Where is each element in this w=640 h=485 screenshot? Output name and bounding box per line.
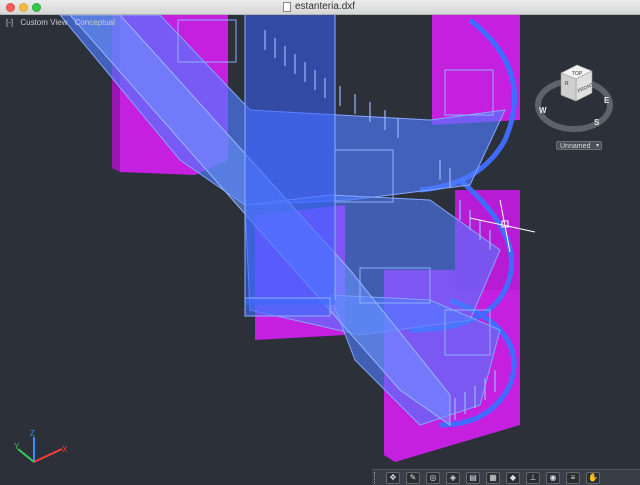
drawing-viewport[interactable]: [-] Custom View Conceptual TOP FRONT R W… [0, 15, 640, 485]
layout-icon[interactable]: ▤ [466, 471, 480, 484]
orbit-icon[interactable]: ◎ [426, 471, 440, 484]
close-button[interactable] [6, 3, 15, 12]
window-titlebar: estanteria.dxf [0, 0, 640, 15]
snap-icon[interactable]: ◆ [506, 471, 520, 484]
ortho-icon[interactable]: ⊥ [526, 471, 540, 484]
polar-icon[interactable]: ◉ [546, 471, 560, 484]
maximize-button[interactable] [32, 3, 41, 12]
cube-right-label: R [565, 81, 569, 87]
compass-south[interactable]: S [594, 118, 600, 127]
compass-east[interactable]: E [604, 96, 610, 105]
compass-west[interactable]: W [539, 106, 547, 115]
ucs-dropdown[interactable]: Unnamed ▾ [556, 141, 602, 150]
ucs-x-label: X [62, 445, 68, 454]
minimize-button[interactable] [19, 3, 28, 12]
center-panel [245, 15, 335, 305]
chevron-down-icon: ▾ [595, 143, 599, 149]
move-icon[interactable]: ✥ [386, 471, 400, 484]
document-icon [283, 2, 291, 12]
view-name[interactable]: Custom View [20, 18, 67, 27]
view-icon[interactable]: ◈ [446, 471, 460, 484]
grip-icon[interactable] [374, 471, 379, 484]
ucs-icon: Z X Y [14, 429, 68, 463]
lineweight-icon[interactable]: ≡ [566, 471, 580, 484]
pencil-icon[interactable]: ✎ [406, 471, 420, 484]
ucs-y-label: Y [14, 442, 20, 451]
status-toolbar: ✥ ✎ ◎ ◈ ▤ ▦ ◆ ⊥ ◉ ≡ ✋ [372, 469, 640, 485]
cube-top-label: TOP [572, 71, 583, 77]
window-title: estanteria.dxf [295, 1, 356, 12]
viewport-controls[interactable]: [-] Custom View Conceptual [6, 18, 120, 27]
connector-box-6 [244, 297, 331, 317]
ucs-z-label: Z [30, 429, 35, 438]
visual-style[interactable]: Conceptual [75, 18, 115, 27]
grid-icon[interactable]: ▦ [486, 471, 500, 484]
ucs-dropdown-value: Unnamed [560, 143, 591, 150]
viewcube[interactable]: TOP FRONT R W S E [534, 63, 614, 133]
viewport-menu[interactable]: [-] [6, 18, 13, 27]
pan-icon[interactable]: ✋ [586, 471, 600, 484]
